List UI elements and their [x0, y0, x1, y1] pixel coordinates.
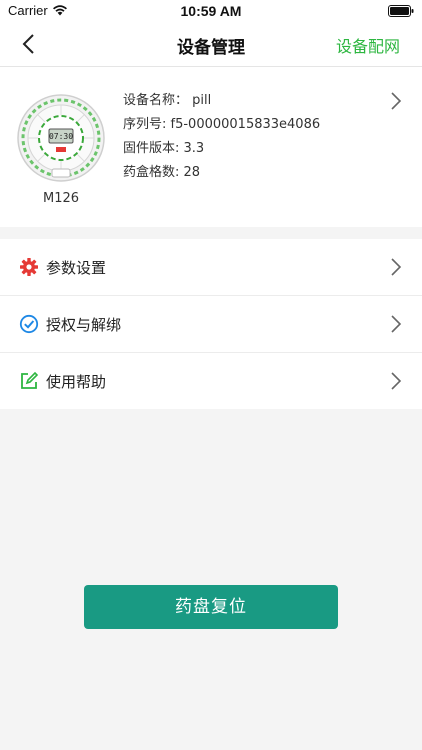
battery-icon: [388, 5, 414, 17]
menu-item-parameter-settings[interactable]: 参数设置: [0, 239, 422, 296]
menu-item-label: 授权与解绑: [46, 316, 122, 334]
firmware-value: 3.3: [183, 141, 205, 156]
firmware-row: 固件版本: 3.3: [123, 137, 320, 161]
slots-label: 药盒格数:: [123, 165, 184, 180]
device-info: 设备名称： pill 序列号: f5-00000015833e4086 固件版本…: [123, 89, 320, 185]
chevron-right-icon: [391, 372, 402, 390]
device-name-row: 设备名称： pill: [123, 89, 320, 113]
settings-menu: 参数设置 授权与解绑 使用帮助: [0, 239, 422, 409]
device-model: M126: [42, 191, 80, 206]
edit-icon: [21, 371, 39, 389]
gear-icon: [20, 258, 38, 276]
slots-row: 药盒格数: 28: [123, 161, 320, 185]
reset-tray-button[interactable]: 药盘复位: [84, 585, 338, 629]
serial-row: 序列号: f5-00000015833e4086: [123, 113, 320, 137]
pill-dispenser-image: 07:30: [17, 94, 105, 182]
menu-item-label: 使用帮助: [46, 373, 107, 391]
chevron-right-icon[interactable]: [390, 91, 402, 111]
device-network-config-button[interactable]: 设备配网: [336, 33, 400, 57]
check-circle-icon: [19, 314, 39, 334]
chevron-right-icon: [391, 315, 402, 333]
serial-label: 序列号:: [123, 117, 171, 132]
menu-item-help[interactable]: 使用帮助: [0, 353, 422, 409]
firmware-label: 固件版本:: [123, 141, 184, 156]
chevron-right-icon: [391, 258, 402, 276]
device-name-value: pill: [192, 93, 212, 108]
slots-value: 28: [183, 165, 201, 180]
nav-bar: 设备管理 设备配网: [0, 22, 422, 67]
menu-item-authorize-unbind[interactable]: 授权与解绑: [0, 296, 422, 353]
status-bar: Carrier 10:59 AM: [0, 0, 422, 22]
device-name-label: 设备名称：: [123, 93, 189, 108]
dispenser-display-text: 07:30: [49, 132, 73, 141]
serial-value: f5-00000015833e4086: [170, 117, 321, 132]
device-info-card[interactable]: 07:30 M126 设备名称： pill 序列号: f5-0000001583…: [0, 67, 422, 227]
menu-item-label: 参数设置: [46, 259, 107, 277]
status-time: 10:59 AM: [180, 3, 242, 19]
